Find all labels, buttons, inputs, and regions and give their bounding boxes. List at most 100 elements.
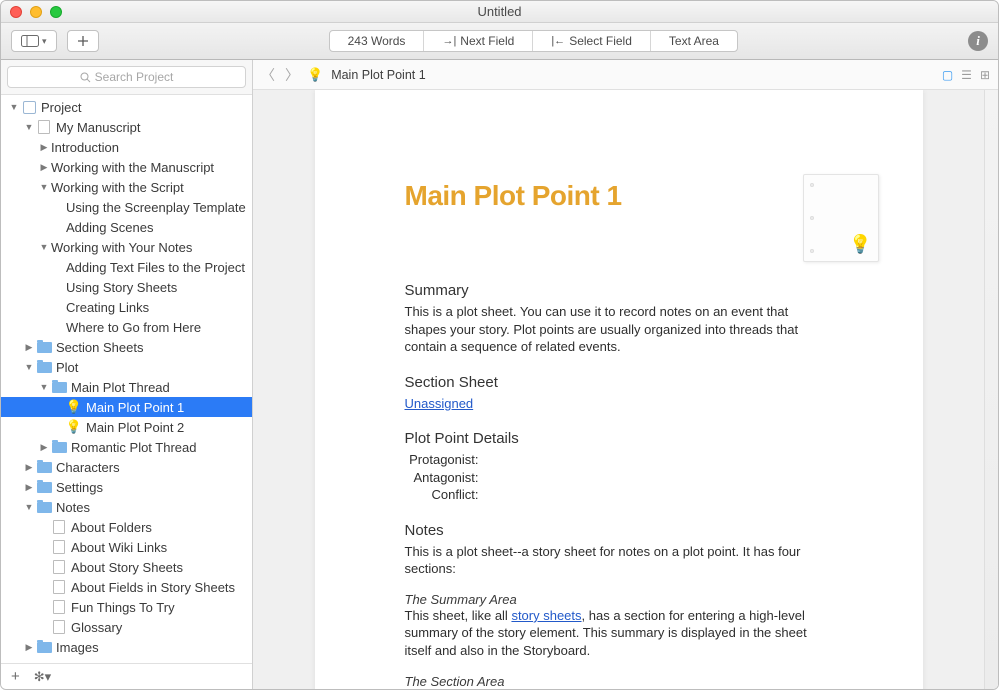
single-view-button[interactable]: ▢ bbox=[942, 68, 953, 82]
project-tree[interactable]: ▼Project▼My Manuscript▶Introduction▶Work… bbox=[1, 95, 252, 663]
tree-row[interactable]: ▼Plot bbox=[1, 357, 252, 377]
disclosure-triangle-icon[interactable]: ▼ bbox=[39, 182, 49, 192]
tree-item-label: About Folders bbox=[71, 520, 152, 535]
tree-row[interactable]: ▶Section Sheets bbox=[1, 337, 252, 357]
tree-row[interactable]: ▼ Notes bbox=[1, 497, 252, 517]
tree-row[interactable]: Adding Scenes bbox=[1, 217, 252, 237]
disclosure-triangle-icon[interactable]: ▶ bbox=[24, 342, 34, 353]
folder-icon bbox=[36, 499, 52, 515]
disclosure-triangle-icon[interactable]: ▼ bbox=[39, 382, 49, 392]
nav-back-button[interactable]: 〈 bbox=[261, 65, 275, 85]
search-wrap: Search Project bbox=[1, 60, 252, 95]
disclosure-triangle-icon[interactable]: ▶ bbox=[39, 142, 49, 153]
tree-row[interactable]: Creating Links bbox=[1, 297, 252, 317]
tree-row[interactable]: Where to Go from Here bbox=[1, 317, 252, 337]
add-button[interactable] bbox=[67, 30, 99, 52]
tree-item-label: Glossary bbox=[71, 620, 122, 635]
next-field-button[interactable]: →|Next Field bbox=[424, 31, 533, 51]
tree-row[interactable]: Fun Things To Try bbox=[1, 597, 252, 617]
tree-row[interactable]: ▶Working with the Manuscript bbox=[1, 157, 252, 177]
tree-row[interactable]: ▶Romantic Plot Thread bbox=[1, 437, 252, 457]
tree-row[interactable]: ▼ My Manuscript bbox=[1, 117, 252, 137]
tree-item-label: About Fields in Story Sheets bbox=[71, 580, 235, 595]
tree-item-label: Settings bbox=[56, 480, 103, 495]
tree-item-label: Main Plot Point 1 bbox=[86, 400, 184, 415]
tree-row[interactable]: Adding Text Files to the Project bbox=[1, 257, 252, 277]
tree-item-label: Using Story Sheets bbox=[66, 280, 177, 295]
sidebar-toggle-button[interactable]: ▾ bbox=[11, 30, 57, 52]
tree-row[interactable]: About Fields in Story Sheets bbox=[1, 577, 252, 597]
tree-item-label: Working with Your Notes bbox=[51, 240, 192, 255]
index-card[interactable]: 💡 bbox=[803, 174, 879, 262]
list-view-button[interactable]: ☰ bbox=[961, 68, 972, 82]
disclosure-triangle-icon[interactable]: ▶ bbox=[24, 642, 34, 653]
tree-row[interactable]: ▶ Settings bbox=[1, 477, 252, 497]
notes-intro[interactable]: This is a plot sheet--a story sheet for … bbox=[405, 543, 833, 578]
tree-row[interactable]: About Story Sheets bbox=[1, 557, 252, 577]
disclosure-triangle-icon[interactable]: ▼ bbox=[24, 362, 34, 372]
antagonist-field-label: Antagonist: bbox=[409, 469, 479, 487]
folder-icon bbox=[36, 339, 52, 355]
disclosure-triangle-icon[interactable]: ▼ bbox=[9, 102, 19, 112]
tree-row[interactable]: ▶Introduction bbox=[1, 137, 252, 157]
text-area-button[interactable]: Text Area bbox=[651, 31, 737, 51]
tree-row[interactable]: About Wiki Links bbox=[1, 537, 252, 557]
tree-item-label: Adding Text Files to the Project bbox=[66, 260, 245, 275]
tree-item-label: Using the Screenplay Template bbox=[66, 200, 246, 215]
tree-item-label: My Manuscript bbox=[56, 120, 141, 135]
disclosure-triangle-icon[interactable]: ▶ bbox=[24, 462, 34, 473]
document-icon bbox=[51, 519, 67, 535]
tree-row[interactable]: ▶ Characters bbox=[1, 457, 252, 477]
tree-row[interactable]: 💡Main Plot Point 1 bbox=[1, 397, 252, 417]
project-icon bbox=[21, 99, 37, 115]
folder-icon bbox=[36, 639, 52, 655]
disclosure-triangle-icon[interactable]: ▼ bbox=[24, 122, 34, 132]
protagonist-field-label: Protagonist: bbox=[409, 451, 479, 469]
folder-icon bbox=[36, 459, 52, 475]
tree-item-label: Creating Links bbox=[66, 300, 149, 315]
tree-item-label: Project bbox=[41, 100, 81, 115]
actions-menu-button[interactable]: ✻▾ bbox=[34, 669, 51, 685]
tree-row[interactable]: 💡Main Plot Point 2 bbox=[1, 417, 252, 437]
search-input[interactable]: Search Project bbox=[7, 66, 246, 88]
document-page: 💡 Main Plot Point 1 Summary This is a pl… bbox=[315, 90, 923, 689]
lightbulb-icon: 💡 bbox=[849, 234, 871, 255]
tree-item-label: Notes bbox=[56, 500, 90, 515]
tree-item-label: Fun Things To Try bbox=[71, 600, 175, 615]
story-sheets-link[interactable]: story sheets bbox=[511, 608, 581, 623]
disclosure-triangle-icon[interactable]: ▼ bbox=[39, 242, 49, 252]
tree-item-label: Characters bbox=[56, 460, 120, 475]
summary-area-text[interactable]: This sheet, like all story sheets, has a… bbox=[405, 607, 833, 660]
disclosure-triangle-icon[interactable]: ▶ bbox=[39, 442, 49, 453]
main-split: Search Project ▼Project▼My Manuscript▶In… bbox=[1, 60, 998, 689]
word-count-button[interactable]: 243 Words bbox=[330, 31, 425, 51]
sidebar-icon bbox=[21, 35, 39, 47]
tree-row[interactable]: ▶Images bbox=[1, 637, 252, 657]
tree-row[interactable]: ▼Working with Your Notes bbox=[1, 237, 252, 257]
tree-row[interactable]: Glossary bbox=[1, 617, 252, 637]
titlebar: Untitled bbox=[1, 1, 998, 23]
tree-row[interactable]: ▼ Project bbox=[1, 97, 252, 117]
document-scroll[interactable]: 💡 Main Plot Point 1 Summary This is a pl… bbox=[253, 90, 984, 689]
section-sheet-link[interactable]: Unassigned bbox=[405, 396, 474, 411]
disclosure-triangle-icon[interactable]: ▶ bbox=[39, 162, 49, 173]
info-button[interactable]: i bbox=[968, 31, 988, 51]
section-area-subheading: The Section Area bbox=[405, 674, 833, 689]
summary-heading: Summary bbox=[405, 282, 833, 299]
select-field-button[interactable]: |←Select Field bbox=[533, 31, 651, 51]
tree-item-label: Adding Scenes bbox=[66, 220, 153, 235]
tree-row[interactable]: Using Story Sheets bbox=[1, 277, 252, 297]
summary-text[interactable]: This is a plot sheet. You can use it to … bbox=[405, 303, 833, 356]
folder-icon bbox=[51, 439, 67, 455]
corkboard-view-button[interactable]: ⊞ bbox=[980, 68, 990, 82]
add-item-button[interactable]: + bbox=[11, 668, 20, 685]
nav-forward-button[interactable]: 〉 bbox=[285, 65, 299, 85]
tree-item-label: Introduction bbox=[51, 140, 119, 155]
disclosure-triangle-icon[interactable]: ▶ bbox=[24, 482, 34, 493]
tree-row[interactable]: About Folders bbox=[1, 517, 252, 537]
tree-row[interactable]: ▼Main Plot Thread bbox=[1, 377, 252, 397]
tree-row[interactable]: Using the Screenplay Template bbox=[1, 197, 252, 217]
tree-item-label: About Wiki Links bbox=[71, 540, 167, 555]
disclosure-triangle-icon[interactable]: ▼ bbox=[24, 502, 34, 512]
tree-row[interactable]: ▼Working with the Script bbox=[1, 177, 252, 197]
